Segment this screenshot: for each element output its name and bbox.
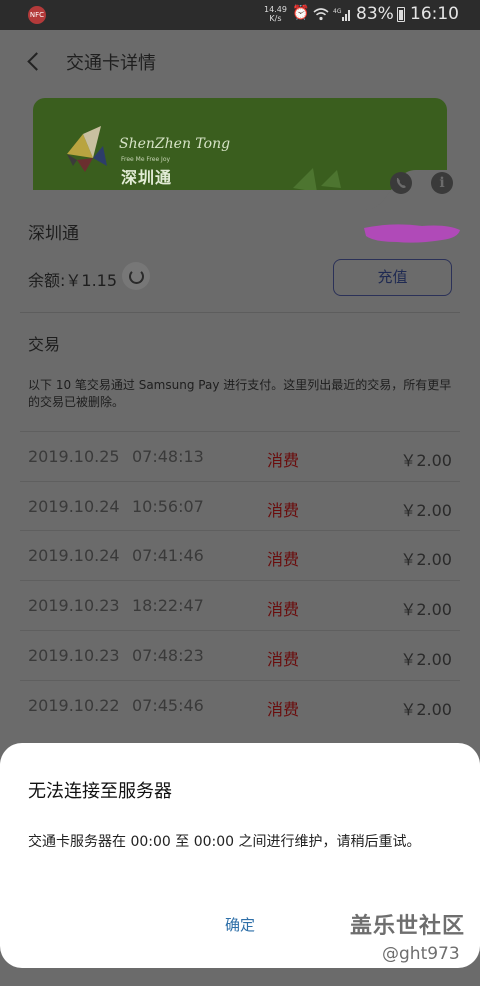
page-title: 交通卡详情 (66, 53, 156, 74)
transaction-amount: ￥2.00 (400, 451, 452, 470)
transaction-time: 07:48:13 (132, 447, 204, 466)
transaction-row: 2019.10.24 07:41:46 消费 ￥2.00 (20, 530, 460, 580)
dialog-title: 无法连接至服务器 (28, 781, 172, 802)
redacted-card-number (364, 224, 460, 243)
transaction-amount: ￥2.00 (400, 550, 452, 570)
transaction-type: 消费 (267, 600, 300, 620)
watermark-user: @ght973 (382, 944, 460, 964)
signal-4g-icon: 4G (333, 8, 350, 21)
transaction-amount: ￥2.00 (400, 500, 452, 520)
transaction-amount: ￥2.00 (400, 600, 452, 620)
transaction-time: 07:48:23 (132, 645, 204, 665)
transaction-date: 2019.10.22 (28, 695, 120, 715)
network-speed: 14.49 K/s (264, 5, 287, 23)
transaction-time: 07:45:46 (132, 695, 204, 715)
svg-text:4G: 4G (333, 8, 342, 15)
balance-text: 余额:￥1.15 (28, 271, 118, 290)
transaction-type: 消费 (267, 500, 300, 520)
battery-icon (397, 7, 405, 22)
back-arrow-icon[interactable] (24, 48, 46, 76)
network-speed-unit: K/s (269, 14, 282, 23)
transaction-date: 2019.10.25 (28, 447, 120, 466)
transaction-type: 消费 (267, 699, 300, 719)
transaction-time: 10:56:07 (132, 496, 204, 516)
transactions-title: 交易 (28, 335, 61, 354)
watermark-brand: 盖乐世社区 (350, 914, 466, 939)
battery-percent: 83% (356, 4, 394, 24)
refresh-icon[interactable] (122, 262, 150, 290)
transaction-row: 2019.10.22 07:45:46 消费 ￥2.00 (20, 679, 460, 730)
divider (20, 312, 460, 313)
transactions-notice: 以下 10 笔交易通过 Samsung Pay 进行支付。这里列出最近的交易，所… (28, 378, 452, 409)
app-header: 交通卡详情 (0, 30, 480, 94)
transaction-type: 消费 (267, 451, 300, 470)
transaction-row: 2019.10.24 10:56:07 消费 ￥2.00 (20, 480, 460, 531)
recharge-button[interactable]: 充值 (333, 259, 452, 296)
transaction-row: 2019.10.23 07:48:23 消费 ￥2.00 (20, 629, 460, 680)
transaction-type: 消费 (267, 649, 300, 669)
transaction-row: 2019.10.25 07:48:13 消费 ￥2.00 (20, 431, 460, 481)
transaction-amount: ￥2.00 (400, 649, 452, 669)
transaction-row: 2019.10.23 18:22:47 消费 ￥2.00 (20, 580, 460, 630)
nfc-app-icon: NFC (28, 6, 46, 24)
dialog-message: 交通卡服务器在 00:00 至 00:00 之间进行维护，请稍后重试。 (28, 834, 421, 850)
transaction-date: 2019.10.24 (28, 546, 120, 566)
transaction-date: 2019.10.23 (28, 645, 120, 665)
alarm-icon: ⏰ (292, 5, 310, 21)
phone-icon[interactable] (390, 172, 412, 194)
clock: 16:10 (410, 4, 459, 24)
network-speed-value: 14.49 (264, 5, 287, 14)
status-bar: NFC 14.49 K/s ⏰ 4G 83% 16:10 (0, 0, 480, 30)
wifi-icon (313, 8, 329, 21)
transaction-type: 消费 (267, 550, 300, 570)
transaction-date: 2019.10.24 (28, 496, 120, 516)
transaction-amount: ￥2.00 (400, 699, 452, 719)
ok-button[interactable]: 确定 (200, 910, 280, 940)
card-name: 深圳通 (28, 224, 79, 244)
transaction-time: 18:22:47 (132, 596, 204, 616)
transaction-date: 2019.10.23 (28, 596, 120, 616)
info-icon[interactable]: i (431, 172, 453, 194)
transaction-time: 07:41:46 (132, 546, 204, 566)
